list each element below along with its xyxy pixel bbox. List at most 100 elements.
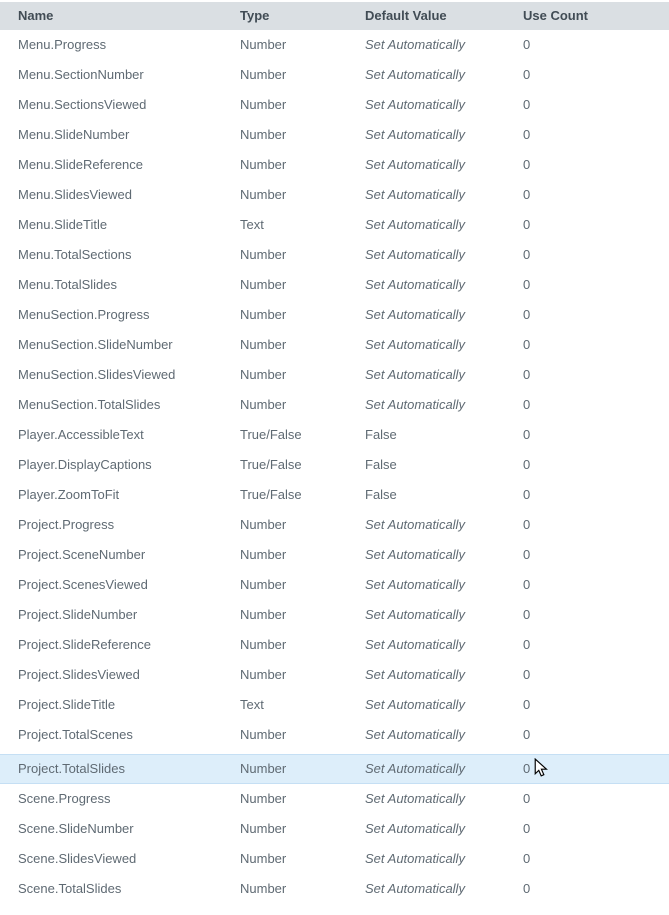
variable-type-cell: Number	[240, 307, 287, 322]
use-count-cell: 0	[523, 637, 531, 652]
table-row[interactable]: Project.SlideReference Number Set Automa…	[0, 630, 669, 660]
table-row[interactable]: Menu.SectionsViewed Number Set Automatic…	[0, 90, 669, 120]
table-row[interactable]: Menu.SlidesViewed Number Set Automatical…	[0, 180, 669, 210]
table-row[interactable]: Project.TotalSlides Number Set Automatic…	[0, 754, 669, 784]
default-value-cell: Set Automatically	[365, 97, 465, 112]
variables-table: Name Type Default Value Use Count Menu.P…	[0, 2, 669, 904]
default-value-cell: Set Automatically	[365, 397, 465, 412]
default-value-cell: Set Automatically	[365, 337, 465, 352]
column-header-default-value: Default Value	[365, 8, 447, 23]
use-count-cell: 0	[523, 127, 531, 142]
use-count-cell: 0	[523, 337, 531, 352]
variable-type-cell: Number	[240, 727, 287, 742]
use-count-cell: 0	[523, 457, 531, 472]
table-row[interactable]: Player.AccessibleText True/False False 0	[0, 420, 669, 450]
variable-name-cell: MenuSection.SlidesViewed	[18, 367, 176, 382]
table-row[interactable]: Player.ZoomToFit True/False False 0	[0, 480, 669, 510]
use-count-cell: 0	[523, 307, 531, 322]
table-row[interactable]: Menu.SlideNumber Number Set Automaticall…	[0, 120, 669, 150]
variable-type-cell: Number	[240, 607, 287, 622]
table-row[interactable]: Menu.TotalSections Number Set Automatica…	[0, 240, 669, 270]
variable-type-cell: Number	[240, 127, 287, 142]
default-value-cell: Set Automatically	[365, 247, 465, 262]
variable-type-cell: Number	[240, 67, 287, 82]
variable-name-cell: MenuSection.TotalSlides	[18, 397, 161, 412]
use-count-cell: 0	[523, 157, 531, 172]
default-value-cell: Set Automatically	[365, 697, 465, 712]
table-row[interactable]: Project.Progress Number Set Automaticall…	[0, 510, 669, 540]
column-header-use-count: Use Count	[523, 8, 588, 23]
table-row[interactable]: Scene.SlideNumber Number Set Automatical…	[0, 814, 669, 844]
variable-type-cell: Number	[240, 37, 287, 52]
column-header-type: Type	[240, 8, 270, 23]
variable-name-cell: MenuSection.SlideNumber	[18, 337, 173, 352]
table-row[interactable]: Scene.Progress Number Set Automatically …	[0, 784, 669, 814]
variable-type-cell: Number	[240, 667, 287, 682]
table-row[interactable]: Menu.SlideTitle Text Set Automatically 0	[0, 210, 669, 240]
default-value-cell: False	[365, 457, 397, 472]
variable-name-cell: Menu.SlideReference	[18, 157, 144, 172]
variables-table-header: Name Type Default Value Use Count	[0, 2, 669, 30]
variable-name-cell: Menu.SectionsViewed	[18, 97, 147, 112]
variable-type-cell: Number	[240, 97, 287, 112]
use-count-cell: 0	[523, 37, 531, 52]
use-count-cell: 0	[523, 697, 531, 712]
table-row[interactable]: Menu.SectionNumber Number Set Automatica…	[0, 60, 669, 90]
table-row[interactable]: Project.ScenesViewed Number Set Automati…	[0, 570, 669, 600]
table-row[interactable]: Scene.SlidesViewed Number Set Automatica…	[0, 844, 669, 874]
default-value-cell: False	[365, 427, 397, 442]
table-row[interactable]: MenuSection.TotalSlides Number Set Autom…	[0, 390, 669, 420]
use-count-cell: 0	[523, 791, 531, 806]
variable-name-cell: Project.SlidesViewed	[18, 667, 140, 682]
variable-type-cell: Number	[240, 791, 287, 806]
table-row[interactable]: MenuSection.SlideNumber Number Set Autom…	[0, 330, 669, 360]
table-row[interactable]: Project.SlidesViewed Number Set Automati…	[0, 660, 669, 690]
default-value-cell: Set Automatically	[365, 67, 465, 82]
default-value-cell: Set Automatically	[365, 821, 465, 836]
table-row[interactable]: Project.SceneNumber Number Set Automatic…	[0, 540, 669, 570]
use-count-cell: 0	[523, 851, 531, 866]
table-row[interactable]: Player.DisplayCaptions True/False False …	[0, 450, 669, 480]
table-row[interactable]: MenuSection.Progress Number Set Automati…	[0, 300, 669, 330]
table-row[interactable]: MenuSection.SlidesViewed Number Set Auto…	[0, 360, 669, 390]
variable-name-cell: Project.SlideNumber	[18, 607, 138, 622]
table-row[interactable]: Project.SlideTitle Text Set Automaticall…	[0, 690, 669, 720]
variable-type-cell: Number	[240, 247, 287, 262]
variable-name-cell: Menu.SlideNumber	[18, 127, 130, 142]
variable-name-cell: Menu.SectionNumber	[18, 67, 144, 82]
default-value-cell: Set Automatically	[365, 761, 465, 776]
use-count-cell: 0	[523, 487, 531, 502]
variable-name-cell: Menu.TotalSections	[18, 247, 132, 262]
table-row[interactable]: Menu.SlideReference Number Set Automatic…	[0, 150, 669, 180]
variable-name-cell: Project.TotalSlides	[18, 761, 125, 776]
variable-type-cell: Number	[240, 157, 287, 172]
variable-type-cell: Number	[240, 277, 287, 292]
table-row[interactable]: Project.SlideNumber Number Set Automatic…	[0, 600, 669, 630]
default-value-cell: Set Automatically	[365, 37, 465, 52]
use-count-cell: 0	[523, 247, 531, 262]
default-value-cell: Set Automatically	[365, 517, 465, 532]
variable-type-cell: Number	[240, 577, 287, 592]
variable-name-cell: Scene.TotalSlides	[18, 881, 122, 896]
table-row[interactable]: Menu.Progress Number Set Automatically 0	[0, 30, 669, 60]
default-value-cell: Set Automatically	[365, 851, 465, 866]
variable-name-cell: Project.Progress	[18, 517, 115, 532]
use-count-cell: 0	[523, 881, 531, 896]
table-row[interactable]: Menu.TotalSlides Number Set Automaticall…	[0, 270, 669, 300]
table-row[interactable]: Project.TotalScenes Number Set Automatic…	[0, 720, 669, 750]
table-row[interactable]: Scene.TotalSlides Number Set Automatical…	[0, 874, 669, 904]
default-value-cell: Set Automatically	[365, 577, 465, 592]
variable-name-cell: Project.SceneNumber	[18, 547, 146, 562]
use-count-cell: 0	[523, 427, 531, 442]
variable-type-cell: Number	[240, 187, 287, 202]
variable-name-cell: Menu.Progress	[18, 37, 107, 52]
default-value-cell: Set Automatically	[365, 277, 465, 292]
variable-name-cell: Project.SlideTitle	[18, 697, 116, 712]
variable-name-cell: Project.ScenesViewed	[18, 577, 148, 592]
variable-type-cell: Number	[240, 547, 287, 562]
default-value-cell: Set Automatically	[365, 187, 465, 202]
use-count-cell: 0	[523, 277, 531, 292]
use-count-cell: 0	[523, 667, 531, 682]
use-count-cell: 0	[523, 577, 531, 592]
variable-name-cell: Menu.SlidesViewed	[18, 187, 132, 202]
